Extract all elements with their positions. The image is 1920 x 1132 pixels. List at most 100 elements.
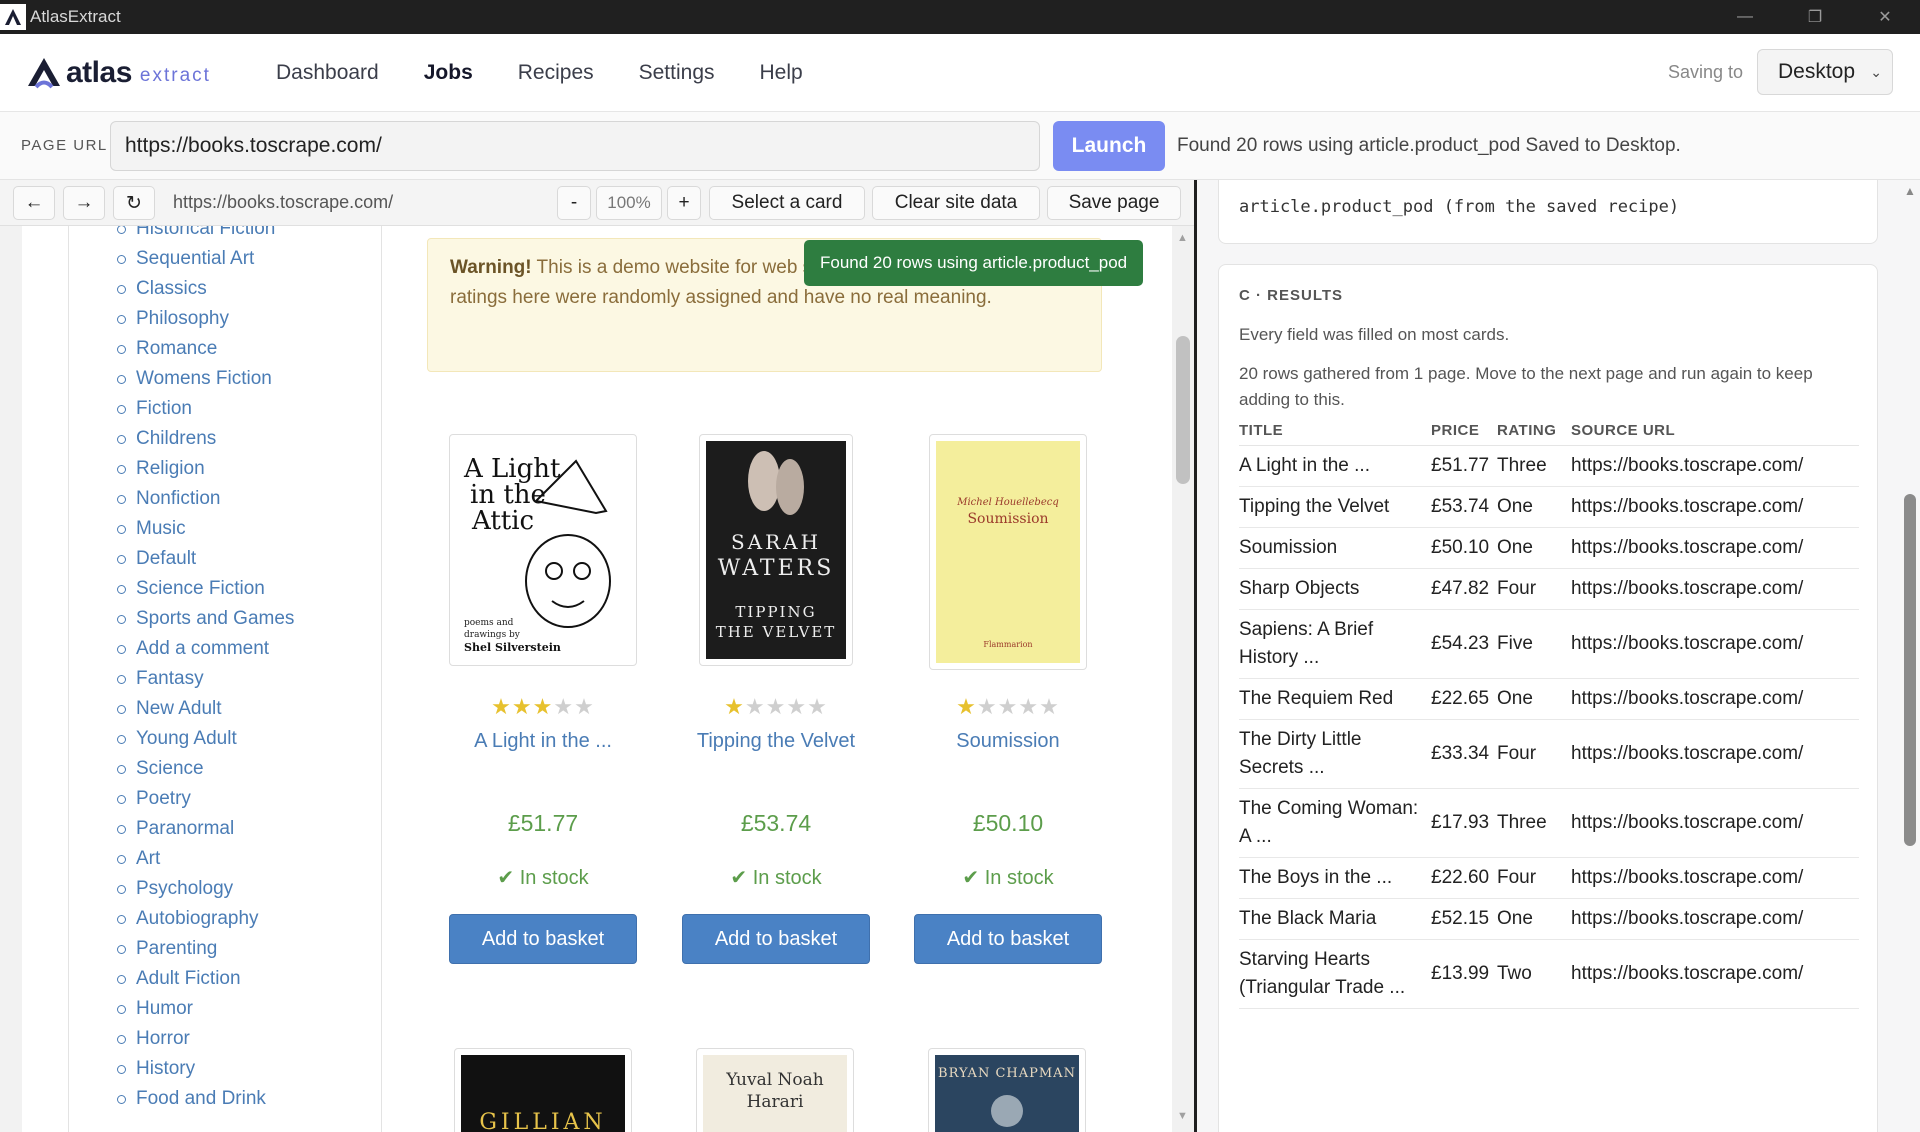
product-image[interactable]: GILLIAN: [454, 1048, 632, 1132]
category-link[interactable]: Parenting: [117, 934, 294, 964]
category-link[interactable]: Add a comment: [117, 634, 294, 664]
save-location-select[interactable]: Desktop ⌄: [1757, 49, 1893, 95]
select-card-button[interactable]: Select a card: [709, 186, 865, 220]
table-row[interactable]: The Dirty Little Secrets ... £33.34 Four ht…: [1239, 719, 1859, 789]
category-link[interactable]: Romance: [117, 334, 294, 364]
table-row[interactable]: The Boys in the ... £22.60 Four https://boo…: [1239, 857, 1859, 899]
main-nav: Dashboard Jobs Recipes Settings Help: [276, 61, 848, 85]
nav-jobs[interactable]: Jobs: [424, 61, 473, 85]
logo[interactable]: atlas extract: [26, 56, 226, 90]
table-row[interactable]: A Light in the ... £51.77 Three https://boo…: [1239, 445, 1859, 487]
category-link[interactable]: Default: [117, 544, 294, 574]
add-to-basket-button[interactable]: Add to basket: [449, 914, 637, 964]
logo-word: atlas: [66, 55, 132, 89]
table-row[interactable]: Sharp Objects £47.82 Four https://books.tos…: [1239, 568, 1859, 610]
check-icon: ✔: [962, 867, 985, 889]
cell-url: https://books.toscrape.com/: [1571, 857, 1859, 899]
category-link[interactable]: Horror: [117, 1024, 294, 1054]
table-row[interactable]: Sapiens: A Brief History ... £54.23 Five ht…: [1239, 609, 1859, 679]
category-link[interactable]: Autobiography: [117, 904, 294, 934]
zoom-out-button[interactable]: -: [557, 186, 591, 220]
close-button[interactable]: ✕: [1850, 0, 1920, 34]
category-link[interactable]: History: [117, 1054, 294, 1084]
scrollbar-thumb[interactable]: [1904, 494, 1916, 846]
category-link[interactable]: Food and Drink: [117, 1084, 294, 1114]
check-icon: ✔: [730, 867, 753, 889]
category-link[interactable]: Art: [117, 844, 294, 874]
nav-settings[interactable]: Settings: [639, 61, 715, 85]
category-link[interactable]: Fiction: [117, 394, 294, 424]
forward-button[interactable]: →: [63, 186, 105, 220]
category-link[interactable]: Science: [117, 754, 294, 784]
scroll-up-icon[interactable]: ▲: [1177, 232, 1188, 244]
category-link[interactable]: Philosophy: [117, 304, 294, 334]
column-header-price: PRICE: [1431, 417, 1497, 446]
category-link[interactable]: Historical Fiction: [117, 226, 294, 244]
zoom-level: 100%: [596, 186, 662, 220]
back-button[interactable]: ←: [13, 186, 55, 220]
browser-scrollbar[interactable]: ▲ ▼: [1172, 226, 1194, 1132]
category-link[interactable]: Music: [117, 514, 294, 544]
clear-site-data-button[interactable]: Clear site data: [872, 186, 1040, 220]
svg-text:BRYAN CHAPMAN: BRYAN CHAPMAN: [938, 1066, 1076, 1081]
product-image[interactable]: A Light in the Attic poems and drawings …: [449, 434, 637, 666]
nav-help[interactable]: Help: [760, 61, 803, 85]
category-link[interactable]: Young Adult: [117, 724, 294, 754]
cell-title: Starving Hearts (Triangular Trade ...: [1239, 939, 1431, 1009]
table-row[interactable]: Tipping the Velvet £53.74 One https://books…: [1239, 486, 1859, 528]
zoom-in-button[interactable]: +: [667, 186, 701, 220]
scroll-down-icon[interactable]: ▼: [1177, 1110, 1188, 1122]
category-link[interactable]: Poetry: [117, 784, 294, 814]
cell-rating: Five: [1497, 609, 1571, 679]
results-heading: C · RESULTS: [1239, 287, 1344, 304]
nav-dashboard[interactable]: Dashboard: [276, 61, 379, 85]
page-url-input[interactable]: https://books.toscrape.com/: [110, 120, 1040, 171]
product-image[interactable]: BRYAN CHAPMAN: [928, 1048, 1086, 1132]
category-link[interactable]: Nonfiction: [117, 484, 294, 514]
category-link[interactable]: Classics: [117, 274, 294, 304]
category-link[interactable]: Womens Fiction: [117, 364, 294, 394]
category-link[interactable]: Humor: [117, 994, 294, 1024]
product-title-link[interactable]: Tipping the Velvet: [681, 730, 871, 758]
category-link[interactable]: Religion: [117, 454, 294, 484]
category-link[interactable]: New Adult: [117, 694, 294, 724]
table-row[interactable]: The Requiem Red £22.65 One https://books.to…: [1239, 678, 1859, 720]
category-link[interactable]: Childrens: [117, 424, 294, 454]
category-link[interactable]: Science Fiction: [117, 574, 294, 604]
cell-rating: Four: [1497, 568, 1571, 610]
table-row[interactable]: The Black Maria £52.15 One https://books.to…: [1239, 898, 1859, 940]
minimize-button[interactable]: —: [1710, 0, 1780, 34]
add-to-basket-button[interactable]: Add to basket: [914, 914, 1102, 964]
product-title-link[interactable]: A Light in the ...: [448, 730, 638, 758]
product-image[interactable]: Yuval Noah Harari: [696, 1048, 854, 1132]
star-empty-icon: ★: [744, 694, 766, 719]
restore-button[interactable]: ❐: [1780, 0, 1850, 34]
scrollbar-thumb[interactable]: [1176, 336, 1190, 484]
cover-gillian: GILLIAN: [461, 1055, 625, 1132]
category-link[interactable]: Sports and Games: [117, 604, 294, 634]
panel-scrollbar[interactable]: ▲: [1900, 180, 1920, 1132]
launch-button[interactable]: Launch: [1053, 120, 1165, 171]
product-image[interactable]: SARAH WATERS TIPPING THE VELVET: [699, 434, 853, 666]
star-rating: ★★★★★: [913, 694, 1103, 720]
save-page-button[interactable]: Save page: [1047, 186, 1181, 220]
stock-label: In stock: [519, 867, 589, 889]
nav-recipes[interactable]: Recipes: [518, 61, 594, 85]
product-image[interactable]: Michel Houellebecq Soumission Flammarion: [929, 434, 1087, 670]
table-row[interactable]: Soumission £50.10 One https://books.toscrap…: [1239, 527, 1859, 569]
table-row[interactable]: Starving Hearts (Triangular Trade ... £13…: [1239, 939, 1859, 1009]
category-link[interactable]: Fantasy: [117, 664, 294, 694]
add-to-basket-button[interactable]: Add to basket: [682, 914, 870, 964]
table-row[interactable]: The Coming Woman: A ... £17.93 Three https:…: [1239, 788, 1859, 858]
product-title-link[interactable]: Soumission: [913, 730, 1103, 758]
reload-button[interactable]: ↻: [113, 186, 155, 220]
cover-soumission: Michel Houellebecq Soumission Flammarion: [936, 441, 1080, 663]
scroll-up-icon[interactable]: ▲: [1904, 184, 1916, 198]
category-link[interactable]: Paranormal: [117, 814, 294, 844]
category-link[interactable]: Psychology: [117, 874, 294, 904]
category-link[interactable]: Adult Fiction: [117, 964, 294, 994]
cell-price: £33.34: [1431, 719, 1497, 789]
star-rating: ★★★★★: [448, 694, 638, 720]
product-price: £53.74: [740, 810, 812, 836]
category-link[interactable]: Sequential Art: [117, 244, 294, 274]
